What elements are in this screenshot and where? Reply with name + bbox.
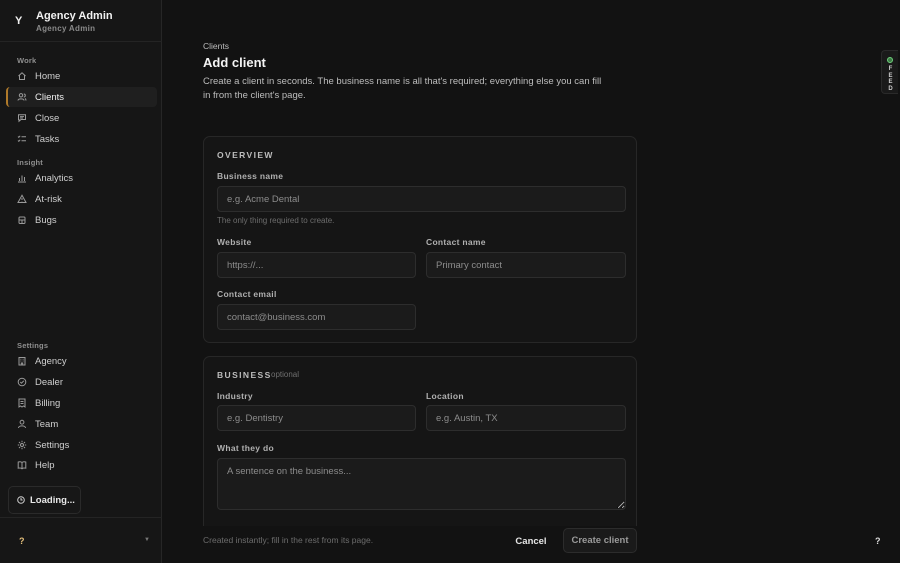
business-name-input[interactable] [217, 186, 626, 212]
badge-icon [17, 377, 27, 387]
brand-logo: Y [15, 15, 23, 27]
feed-tab[interactable]: F E E D [881, 50, 898, 94]
building-icon [17, 356, 27, 366]
what-they-do-label: What they do [217, 443, 274, 453]
business-heading: BUSINESS [217, 370, 272, 380]
user-icon [17, 419, 27, 429]
feed-letter: D [888, 85, 893, 92]
overview-heading: OVERVIEW [217, 150, 274, 160]
section-label-settings: Settings [17, 341, 49, 350]
sidebar-item-team[interactable]: Team [6, 414, 157, 434]
contact-name-input[interactable] [426, 252, 626, 278]
book-icon [17, 460, 27, 470]
location-label: Location [426, 391, 464, 401]
sidebar-item-home[interactable]: Home [6, 66, 157, 86]
brand-header[interactable]: Y Agency Admin Agency Admin [0, 0, 162, 42]
location-input[interactable] [426, 405, 626, 431]
section-label-insight: Insight [17, 158, 43, 167]
sidebar: Y Agency Admin Agency Admin Work Home Cl… [0, 0, 162, 563]
create-client-button[interactable]: Create client [563, 528, 637, 553]
bug-icon [17, 215, 27, 225]
contact-name-label: Contact name [426, 237, 486, 247]
sidebar-item-settings[interactable]: Settings [6, 435, 157, 455]
loading-label: Loading... [30, 494, 75, 506]
website-label: Website [217, 237, 252, 247]
sidebar-item-label: Analytics [35, 172, 74, 184]
sidebar-item-label: Bugs [35, 214, 57, 226]
users-icon [17, 92, 27, 102]
receipt-icon [17, 398, 27, 408]
sidebar-item-label: Agency [35, 355, 67, 367]
clock-icon [17, 496, 25, 504]
sidebar-item-label: Clients [35, 91, 65, 103]
sidebar-item-close[interactable]: Close [6, 108, 157, 128]
contact-email-label: Contact email [217, 289, 277, 299]
feed-label: F E E D [886, 66, 895, 92]
list-check-icon [17, 134, 27, 144]
business-name-label: Business name [217, 171, 284, 181]
main-content: Clients Add client Create a client in se… [163, 0, 900, 563]
sidebar-item-label: Close [35, 112, 60, 124]
sidebar-item-label: At-risk [35, 193, 62, 205]
loading-indicator: Loading... [8, 486, 81, 514]
business-name-hint: The only thing required to create. [217, 216, 335, 225]
sidebar-item-at-risk[interactable]: At-risk [6, 189, 157, 209]
page-description: Create a client in seconds. The business… [203, 76, 602, 101]
optional-tag: optional [271, 370, 300, 379]
sidebar-item-label: Billing [35, 397, 61, 409]
cancel-button[interactable]: Cancel [508, 530, 554, 552]
sidebar-item-help[interactable]: Help [6, 455, 157, 475]
business-card: BUSINESS optional Industry Location What… [203, 356, 637, 526]
industry-label: Industry [217, 391, 253, 401]
brand-title: Agency Admin [36, 10, 113, 22]
what-they-do-textarea[interactable] [217, 458, 626, 510]
sidebar-footer: ? ▼ [0, 517, 162, 563]
help-icon[interactable]: ? [19, 536, 25, 546]
sidebar-item-label: Dealer [35, 376, 63, 388]
footer-note: Created instantly; fill in the rest from… [203, 535, 374, 545]
home-icon [17, 71, 27, 81]
help-button[interactable]: ? [875, 536, 881, 546]
sidebar-item-label: Home [35, 70, 61, 82]
gear-icon [17, 440, 27, 450]
sidebar-item-label: Tasks [35, 133, 60, 145]
website-input[interactable] [217, 252, 416, 278]
industry-input[interactable] [217, 405, 416, 431]
sidebar-item-label: Help [35, 459, 55, 471]
sidebar-item-analytics[interactable]: Analytics [6, 168, 157, 188]
sidebar-item-tasks[interactable]: Tasks [6, 129, 157, 149]
breadcrumb[interactable]: Clients [203, 41, 229, 51]
sidebar-item-dealer[interactable]: Dealer [6, 372, 157, 392]
sidebar-item-label: Team [35, 418, 59, 430]
section-label-work: Work [17, 56, 37, 65]
sidebar-item-label: Settings [35, 439, 70, 451]
brand-subtitle: Agency Admin [36, 24, 96, 33]
page-title: Add client [203, 55, 266, 70]
sidebar-item-billing[interactable]: Billing [6, 393, 157, 413]
sidebar-item-agency[interactable]: Agency [6, 351, 157, 371]
status-dot-icon [887, 57, 893, 63]
chat-icon [17, 113, 27, 123]
contact-email-input[interactable] [217, 304, 416, 330]
bar-chart-icon [17, 173, 27, 183]
warning-icon [17, 194, 27, 204]
sidebar-item-clients[interactable]: Clients [6, 87, 157, 107]
chevron-down-icon[interactable]: ▼ [144, 537, 150, 543]
sidebar-item-bugs[interactable]: Bugs [6, 210, 157, 230]
overview-card: OVERVIEW Business name The only thing re… [203, 136, 637, 343]
